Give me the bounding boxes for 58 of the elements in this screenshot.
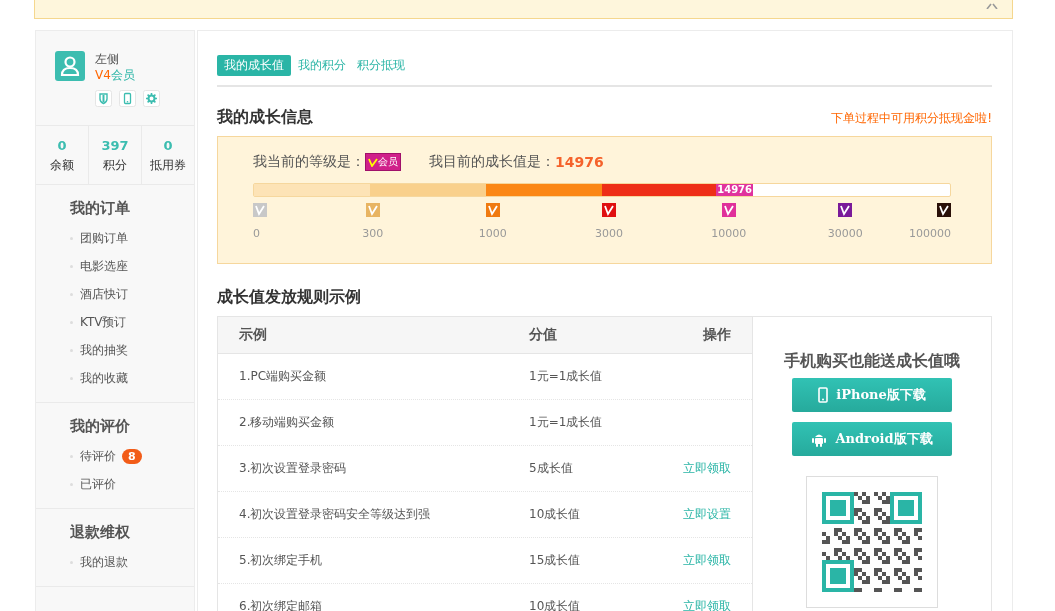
settings-icon[interactable] — [143, 90, 160, 107]
sidebar-link[interactable]: 电影选座 — [80, 257, 128, 275]
user-name: 左侧 — [95, 51, 120, 67]
promo-text: 下单过程中可用积分抵现金啦! — [831, 110, 992, 127]
column-header: 示例 — [239, 326, 268, 344]
section-title: 退款维权 — [70, 523, 131, 542]
tier-value: 300 — [362, 227, 384, 240]
table-cell-text: 1元=1成长值 — [529, 368, 604, 385]
table-cell-text: 1元=1成长值 — [529, 414, 604, 431]
tier-value: 1000 — [478, 227, 507, 240]
table-cell-text: 3.初次设置登录密码 — [239, 460, 348, 477]
sidebar-link[interactable]: 团购订单 — [80, 229, 128, 247]
table-cell-text: 5.初次绑定手机 — [239, 552, 324, 569]
sidebar-link[interactable]: KTV预订 — [80, 313, 127, 331]
promo-heading: 手机购买也能送成长值哦 — [784, 351, 960, 372]
tier-value: 10000 — [711, 227, 747, 240]
table-cell-text: 6.初次绑定邮箱 — [239, 598, 324, 611]
level-label: 我当前的等级是： — [253, 153, 365, 171]
table-cell-text: 1.PC端购买金额 — [239, 368, 328, 385]
stat-label: 抵用券 — [150, 157, 186, 174]
growth-value: 14976 — [555, 154, 604, 170]
tier-value: 100000 — [909, 227, 951, 240]
stat-value: 0 — [163, 138, 173, 153]
tier-value: 3000 — [595, 227, 623, 240]
shield-icon[interactable] — [95, 90, 112, 107]
table-cell-text: 10成长值 — [529, 506, 582, 523]
avatar-icon — [55, 51, 85, 81]
section-title: 我的评价 — [70, 417, 131, 436]
tier-value: 0 — [253, 227, 260, 240]
phone-icon[interactable] — [119, 90, 136, 107]
close-icon[interactable] — [986, 3, 998, 9]
section-heading: 我的成长信息 — [217, 107, 313, 128]
section-heading: 成长值发放规则示例 — [217, 287, 362, 308]
section-title: 我的订单 — [70, 199, 131, 218]
column-header: 分值 — [529, 326, 558, 344]
table-cell-text: 15成长值 — [529, 552, 582, 569]
member-level: V4会员 — [95, 67, 136, 83]
column-header: 操作 — [702, 326, 731, 344]
progress-value: 14976 — [716, 184, 754, 196]
table-cell-text: 2.移动端购买金额 — [239, 414, 336, 431]
sidebar-link[interactable]: 我的退款 — [80, 553, 128, 571]
tier-value: 30000 — [827, 227, 863, 240]
sidebar-link[interactable]: 已评价 — [80, 475, 116, 493]
level-badge: 会员 — [365, 153, 401, 171]
sidebar-link[interactable]: 待评价 — [80, 447, 116, 465]
count-badge: 8 — [122, 448, 142, 464]
table-cell-text: 4.初次设置登录密码安全等级达到强 — [239, 506, 432, 523]
stat-label: 积分 — [103, 157, 127, 174]
sidebar-link[interactable]: 酒店快订 — [80, 285, 128, 303]
sidebar-link[interactable]: 我的抽奖 — [80, 341, 128, 359]
stat-label: 余额 — [50, 157, 74, 174]
stat-value: 0 — [57, 138, 67, 153]
table-cell-text: 5成长值 — [529, 460, 574, 477]
stat-value: 397 — [101, 138, 129, 153]
growth-label: 我目前的成长值是： — [429, 153, 555, 171]
phone-icon — [818, 387, 829, 403]
table-cell-text: 10成长值 — [529, 598, 582, 611]
sidebar-link[interactable]: 我的收藏 — [80, 369, 128, 387]
